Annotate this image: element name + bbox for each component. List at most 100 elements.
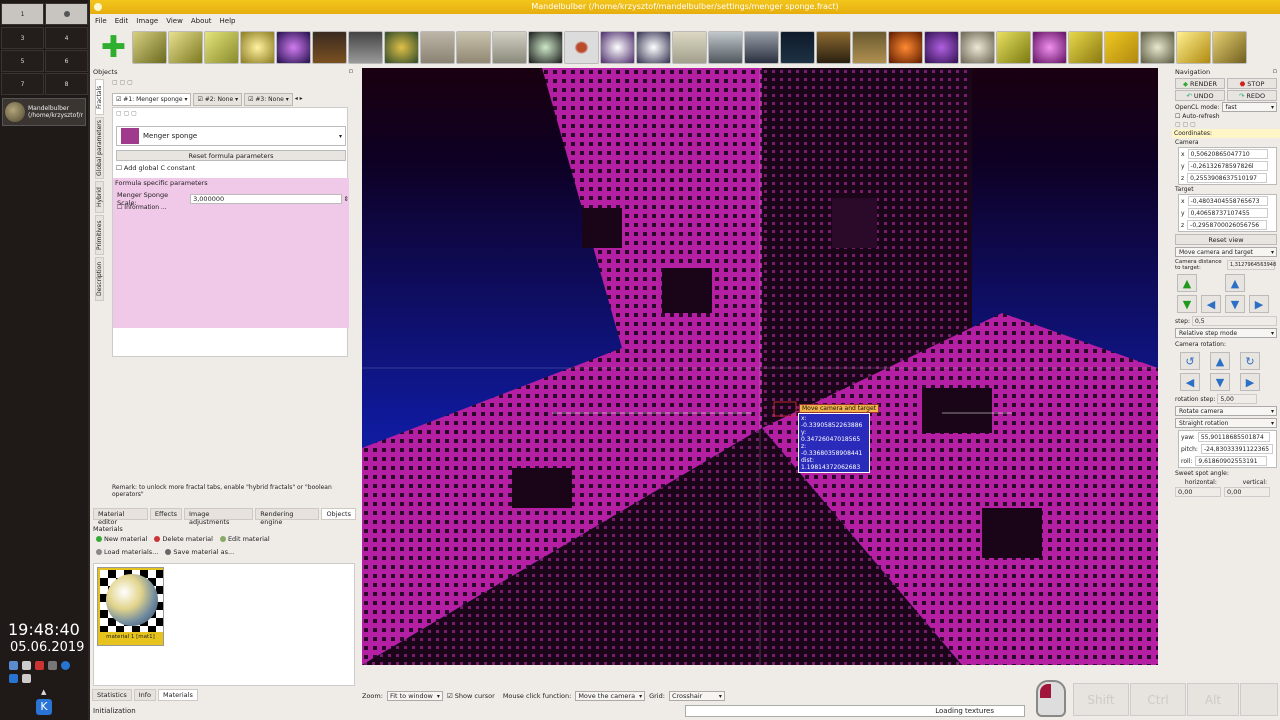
opencl-select[interactable]: fast xyxy=(1221,102,1277,112)
tab-effects[interactable]: Effects xyxy=(149,508,183,520)
preset-thumbnail[interactable] xyxy=(132,30,167,64)
workspace-4[interactable]: 4 xyxy=(45,27,88,49)
rotate-left-button[interactable]: ◀ xyxy=(1180,373,1200,391)
workspace-1[interactable]: 1 xyxy=(1,3,44,25)
preset-thumbnail[interactable] xyxy=(456,30,491,64)
preset-thumbnail[interactable] xyxy=(204,30,239,64)
rotate-cw-button[interactable]: ↻ xyxy=(1240,352,1260,370)
stop-button[interactable]: ⬣ STOP xyxy=(1227,78,1277,89)
kde-menu-icon[interactable]: K xyxy=(36,699,52,715)
information-expander[interactable]: ☐ Information ... xyxy=(117,204,167,211)
camera-z-input[interactable]: 0,2553908637510197 xyxy=(1187,173,1268,183)
window-menu-icon[interactable] xyxy=(94,3,102,11)
preset-thumbnail[interactable] xyxy=(564,30,599,64)
tab-objects[interactable]: Objects xyxy=(321,508,356,520)
camera-x-input[interactable]: 0,50620865047710 xyxy=(1187,149,1268,159)
horizontal-input[interactable]: 0,00 xyxy=(1175,487,1221,497)
menu-help[interactable]: Help xyxy=(220,17,236,25)
vertical-input[interactable]: 0,00 xyxy=(1224,487,1270,497)
tray-expand-icon[interactable]: ▲ xyxy=(41,688,46,696)
roll-input[interactable]: 9,61860902553191 xyxy=(1195,456,1268,466)
rotate-up-button[interactable]: ▲ xyxy=(1210,352,1230,370)
preset-thumbnail[interactable] xyxy=(384,30,419,64)
show-cursor-checkbox[interactable]: ☑ Show cursor xyxy=(447,692,495,700)
tray-update-icon[interactable] xyxy=(35,661,44,670)
preset-thumbnail[interactable] xyxy=(240,30,275,64)
tab-fractal-2[interactable]: ☑ #2: None ▾ xyxy=(193,93,243,106)
scale-spinner[interactable]: ⇕ xyxy=(344,195,349,203)
formula-select[interactable]: Menger sponge ▾ xyxy=(116,126,346,146)
preset-thumbnail[interactable] xyxy=(636,30,671,64)
workspace-6[interactable]: 6 xyxy=(45,50,88,72)
preset-thumbnail[interactable] xyxy=(888,30,923,64)
tray-display-icon[interactable] xyxy=(9,661,18,670)
workspace-8[interactable]: 8 xyxy=(45,73,88,95)
formula-toolbar-icons[interactable]: ▢ ▢ ▢ xyxy=(116,110,137,117)
menu-view[interactable]: View xyxy=(166,17,183,25)
auto-refresh-checkbox[interactable]: ☐ Auto-refresh xyxy=(1175,113,1277,120)
camera-y-input[interactable]: -0,26132678597826l xyxy=(1187,161,1268,171)
dock-toolbar-icons[interactable]: ▢ ▢ ▢ xyxy=(112,79,133,86)
preset-thumbnail[interactable] xyxy=(708,30,743,64)
target-y-input[interactable]: 0,40658737107455 xyxy=(1187,208,1268,218)
zoom-select[interactable]: Fit to window xyxy=(386,691,443,701)
scale-input[interactable]: 3,000000 xyxy=(190,194,342,204)
tab-materials[interactable]: Materials xyxy=(158,689,198,701)
preset-thumbnail[interactable] xyxy=(960,30,995,64)
preset-thumbnail[interactable] xyxy=(348,30,383,64)
rotate-ccw-button[interactable]: ↺ xyxy=(1180,352,1200,370)
yaw-input[interactable]: 55,90118685501874 xyxy=(1197,432,1270,442)
target-x-input[interactable]: -0,4803404558765673 xyxy=(1187,196,1268,206)
dock-close-icon[interactable]: ▫ xyxy=(1273,67,1277,75)
tab-scroll-arrows[interactable]: ◂ ▸ xyxy=(295,93,303,106)
preset-thumbnail[interactable] xyxy=(996,30,1031,64)
grid-select[interactable]: Crosshair xyxy=(668,691,725,701)
preset-thumbnail[interactable] xyxy=(744,30,779,64)
edit-material-button[interactable]: Edit material xyxy=(218,534,272,544)
move-up-button[interactable]: ▲ xyxy=(1225,274,1245,292)
add-global-c-checkbox[interactable]: ☐ Add global C constant xyxy=(116,164,195,172)
tab-info[interactable]: Info xyxy=(133,689,157,701)
workspace-2[interactable] xyxy=(45,3,88,25)
delete-material-button[interactable]: Delete material xyxy=(152,534,215,544)
camera-distance-input[interactable]: 1,3127964563948 xyxy=(1227,260,1276,270)
preset-thumbnail[interactable] xyxy=(312,30,347,64)
save-material-button[interactable]: Save material as... xyxy=(163,547,236,557)
workspace-3[interactable]: 3 xyxy=(1,27,44,49)
taskbar-item-mandelbulber[interactable]: Mandelbulber (/home/krzysztof/mandelbulb… xyxy=(2,98,86,126)
preset-thumbnail[interactable] xyxy=(1032,30,1067,64)
rotation-step-input[interactable]: 5,00 xyxy=(1217,394,1258,404)
preset-thumbnail[interactable] xyxy=(1176,30,1211,64)
mouse-click-select[interactable]: Move the camera xyxy=(575,691,646,701)
menu-about[interactable]: About xyxy=(191,17,212,25)
render-button[interactable]: ◆ RENDER xyxy=(1175,78,1225,89)
load-materials-button[interactable]: Load materials... xyxy=(94,547,160,557)
preset-thumbnail[interactable] xyxy=(528,30,563,64)
move-forward-button[interactable]: ▲ xyxy=(1177,274,1197,292)
tab-fractal-3[interactable]: ☑ #3: None ▾ xyxy=(244,93,293,106)
preset-thumbnail[interactable] xyxy=(276,30,311,64)
reset-view-button[interactable]: Reset view xyxy=(1175,234,1277,245)
preset-thumbnail[interactable] xyxy=(1068,30,1103,64)
tab-global-parameters[interactable]: Global parameters xyxy=(95,117,104,179)
move-backward-button[interactable]: ▼ xyxy=(1177,295,1197,313)
preset-thumbnail[interactable] xyxy=(600,30,635,64)
rotate-mode-select[interactable]: Rotate camera xyxy=(1175,406,1277,416)
target-z-input[interactable]: -0,2958700026056756 xyxy=(1187,220,1268,230)
step-mode-select[interactable]: Relative step mode xyxy=(1175,328,1277,338)
move-down-button[interactable]: ▼ xyxy=(1225,295,1245,313)
tray-bluetooth-icon[interactable] xyxy=(61,661,70,670)
workspace-7[interactable]: 7 xyxy=(1,73,44,95)
preset-thumbnail[interactable] xyxy=(492,30,527,64)
tab-material-editor[interactable]: Material editor xyxy=(93,508,148,526)
preset-thumbnail[interactable] xyxy=(1104,30,1139,64)
move-left-button[interactable]: ◀ xyxy=(1201,295,1221,313)
preset-thumbnail[interactable] xyxy=(924,30,959,64)
step-input[interactable]: 0,5 xyxy=(1192,316,1277,326)
tab-hybrid[interactable]: Hybrid xyxy=(95,181,104,213)
nav-toolbar-icons[interactable]: ▢ ▢ ▢ xyxy=(1175,121,1277,128)
tab-fractals[interactable]: Fractals xyxy=(95,79,104,115)
menu-edit[interactable]: Edit xyxy=(115,17,129,25)
preset-thumbnail[interactable] xyxy=(1212,30,1247,64)
rotate-right-button[interactable]: ▶ xyxy=(1240,373,1260,391)
